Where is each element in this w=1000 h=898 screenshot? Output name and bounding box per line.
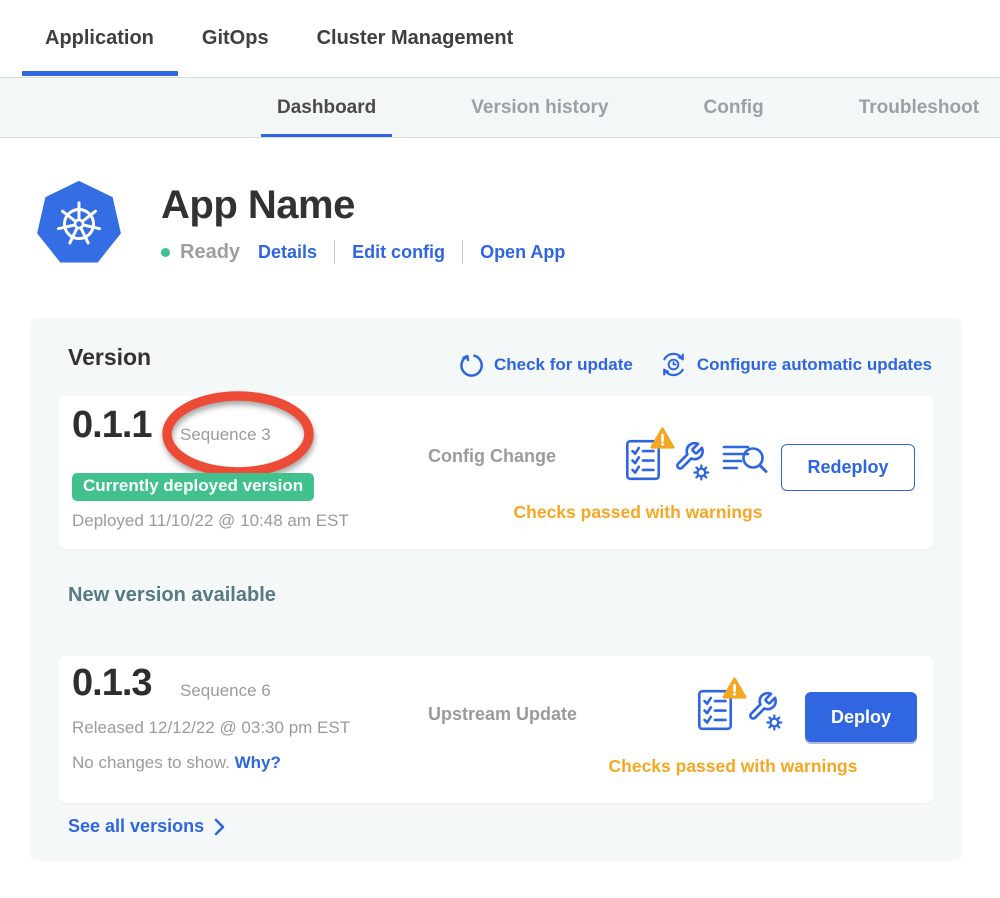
- current-version-card: 0.1.1 Sequence 3 Currently deployed vers…: [58, 396, 934, 549]
- see-all-versions-link[interactable]: See all versions: [68, 816, 226, 837]
- released-timestamp: Released 12/12/22 @ 03:30 pm EST: [72, 718, 350, 738]
- version-actions: Check for update Configure automatic upd…: [458, 350, 932, 379]
- current-checks-status: Checks passed with warnings: [418, 502, 858, 523]
- deploy-button[interactable]: Deploy: [805, 692, 917, 742]
- app-status-label: Ready: [180, 241, 240, 264]
- top-navigation: Application GitOps Cluster Management: [0, 0, 1000, 77]
- currently-deployed-badge: Currently deployed version: [72, 473, 314, 501]
- app-header: App Name Ready Details Edit config Open …: [35, 178, 1000, 270]
- version-section-title: Version: [68, 344, 151, 371]
- tab-config[interactable]: Config: [704, 78, 764, 138]
- warning-triangle-icon: [722, 677, 747, 700]
- new-version-sequence: Sequence 6: [180, 681, 271, 701]
- check-for-update-label: Check for update: [494, 355, 633, 375]
- see-all-versions-label: See all versions: [68, 816, 204, 837]
- nav-item-cluster-management[interactable]: Cluster Management: [317, 0, 514, 77]
- tab-version-history[interactable]: Version history: [471, 78, 608, 138]
- tab-dashboard[interactable]: Dashboard: [277, 78, 376, 138]
- warning-triangle-icon: [650, 427, 675, 450]
- view-files-icon[interactable]: [722, 442, 770, 478]
- tab-troubleshoot[interactable]: Troubleshoot: [859, 78, 979, 138]
- open-app-link[interactable]: Open App: [480, 242, 565, 263]
- current-version-number: 0.1.1: [72, 404, 152, 447]
- auto-update-icon: [659, 350, 688, 379]
- new-version-card: 0.1.3 Sequence 6 Released 12/12/22 @ 03:…: [58, 656, 934, 803]
- new-version-source: Upstream Update: [428, 704, 577, 725]
- ready-status-dot: [161, 248, 170, 257]
- configure-automatic-updates-button[interactable]: Configure automatic updates: [659, 350, 932, 379]
- edit-config-link[interactable]: Edit config: [352, 242, 445, 263]
- preflight-checks-icon[interactable]: [696, 688, 734, 732]
- no-changes-note: No changes to show. Why?: [72, 753, 281, 773]
- nav-item-application[interactable]: Application: [45, 0, 154, 77]
- refresh-icon: [458, 351, 485, 378]
- details-link[interactable]: Details: [258, 242, 317, 263]
- deployed-timestamp: Deployed 11/10/22 @ 10:48 am EST: [72, 511, 349, 531]
- link-divider: [334, 240, 335, 264]
- new-version-check-icons: [696, 688, 785, 732]
- new-version-heading: New version available: [68, 584, 276, 607]
- app-name-title: App Name: [161, 182, 565, 228]
- chevron-right-icon: [214, 818, 226, 836]
- version-section: Version Check for update: [30, 318, 962, 861]
- preflight-checks-icon[interactable]: [624, 438, 662, 482]
- redeploy-button[interactable]: Redeploy: [781, 444, 915, 491]
- app-tab-bar: Dashboard Version history Config Trouble…: [0, 77, 1000, 138]
- edit-config-icon[interactable]: [672, 439, 712, 482]
- new-version-number: 0.1.3: [72, 662, 152, 705]
- app-status-row: Ready Details Edit config Open App: [161, 240, 565, 264]
- nav-item-gitops[interactable]: GitOps: [202, 0, 269, 77]
- current-version-source: Config Change: [428, 446, 556, 467]
- current-version-check-icons: [624, 438, 770, 482]
- current-version-sequence: Sequence 3: [180, 425, 271, 445]
- check-for-update-button[interactable]: Check for update: [458, 351, 633, 378]
- edit-config-icon[interactable]: [745, 689, 785, 732]
- new-checks-status: Checks passed with warnings: [513, 756, 953, 777]
- link-divider: [462, 240, 463, 264]
- kubernetes-logo-icon: [35, 178, 123, 270]
- why-link[interactable]: Why?: [235, 753, 281, 772]
- configure-automatic-updates-label: Configure automatic updates: [697, 355, 932, 375]
